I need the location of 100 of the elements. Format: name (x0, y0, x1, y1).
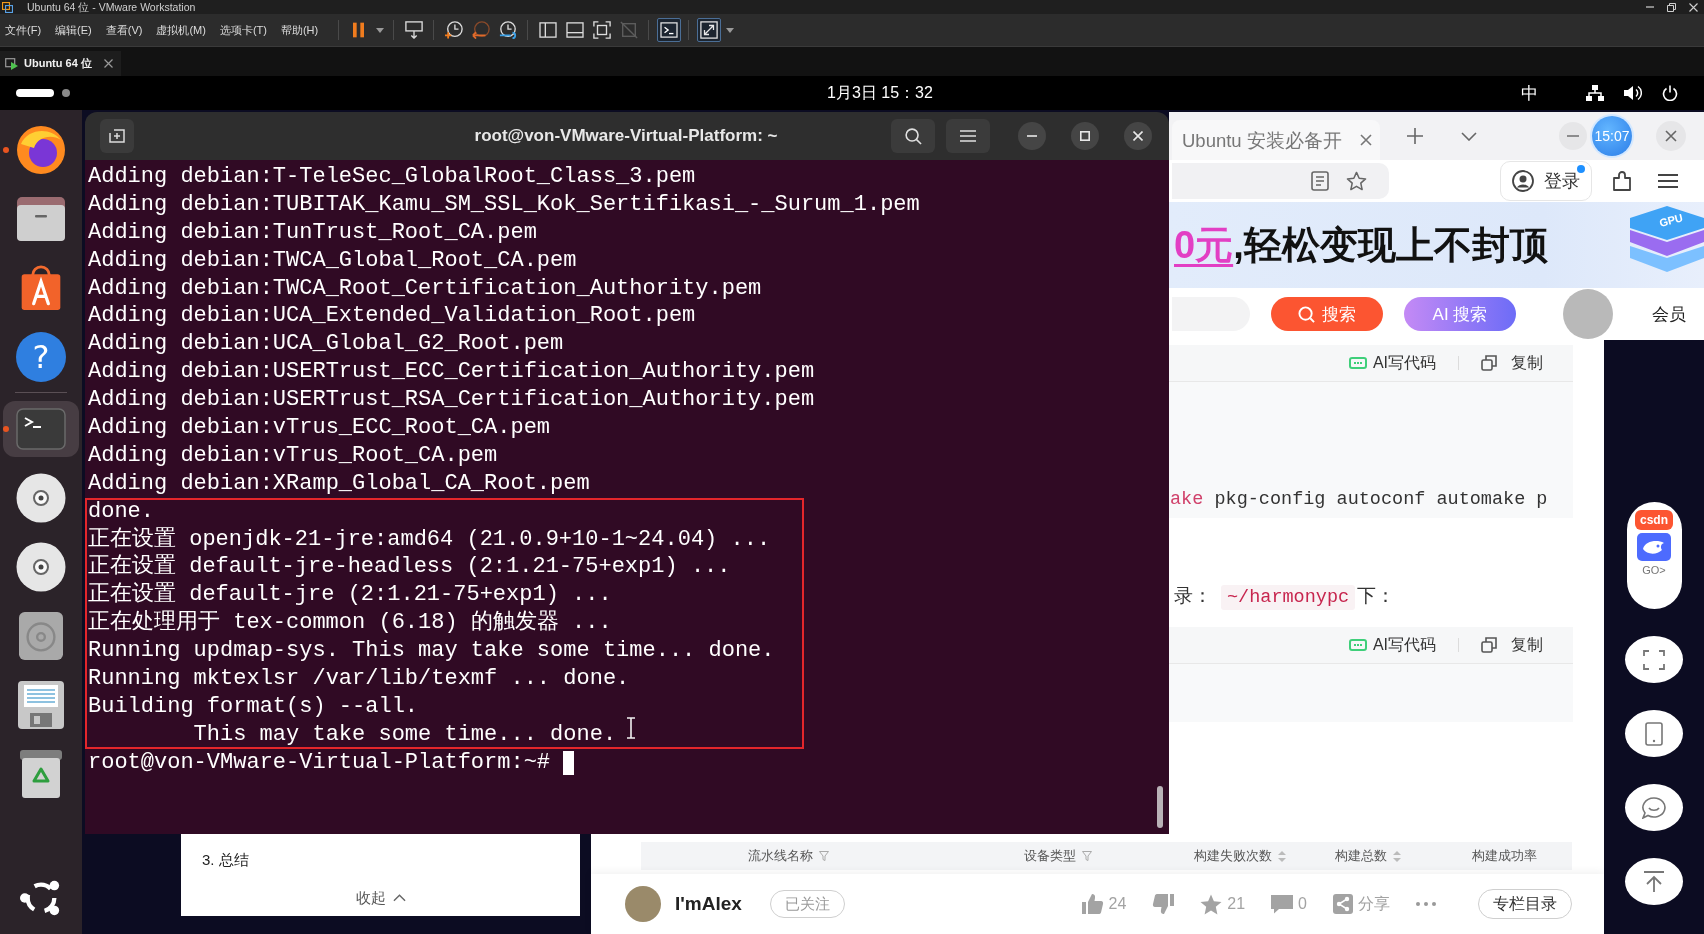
clock-badge: 15:07 (1592, 116, 1632, 156)
author-name[interactable]: I'mAlex (675, 893, 742, 915)
fullscreen-icon (1643, 649, 1665, 670)
menu-item[interactable]: 文件(F) (5, 22, 42, 38)
block-cursor-icon (563, 750, 575, 775)
volume-icon[interactable] (1624, 85, 1642, 101)
menu-icon (960, 130, 976, 142)
search-button[interactable] (891, 119, 935, 153)
comment-icon (1271, 894, 1294, 914)
disc-icon (16, 472, 66, 523)
restore-icon[interactable] (1667, 2, 1676, 12)
ad-banner[interactable]: 0元,轻松变现上不封顶 GPU (1169, 202, 1704, 288)
terminal-line: 正在处理用于 tex-common (6.18) 的触发器 ... (88, 609, 612, 638)
clock-wrench-icon (498, 21, 517, 39)
ai-assistant-button[interactable]: csdn GO> (1626, 502, 1682, 609)
fullscreen-button[interactable] (1625, 636, 1683, 683)
browser-tab[interactable]: Ubuntu 安装必备开 (1172, 120, 1380, 160)
column-toc-button[interactable]: 专栏目录 (1478, 889, 1572, 919)
panel-bottom-icon (565, 22, 584, 38)
terminal-line: 正在设置 openjdk-21-jre:amd64 (21.0.9+10-1~24.04) ... (88, 525, 771, 554)
terminal-line: Adding debian:USERTrust_ECC_Certification_Authority.pem (88, 358, 815, 387)
pause-icon (353, 22, 365, 38)
toolbar-button[interactable] (696, 18, 721, 42)
code-action-button[interactable]: AI写代码 (1348, 634, 1436, 656)
whale-icon (1637, 533, 1671, 561)
terminal-line: Adding debian:TWCA_Root_Certification_Authority.pem (88, 274, 762, 303)
tab-plus-icon (109, 129, 125, 143)
dock-button[interactable]: ? (3, 328, 79, 385)
chevron-down-icon[interactable] (1461, 131, 1477, 141)
close-icon[interactable] (103, 59, 113, 68)
caret-down-icon (725, 27, 734, 33)
menu-item[interactable]: 帮助(H) (280, 22, 319, 38)
puzzle-icon[interactable] (1611, 170, 1633, 192)
folder-icon (16, 195, 66, 242)
code-action-button[interactable]: 复制 (1481, 352, 1543, 374)
close-button[interactable] (1124, 122, 1152, 150)
tablet-button[interactable] (1625, 710, 1683, 757)
help-icon: ? (16, 331, 66, 382)
terminal-line: This may take some time... done. (193, 720, 617, 749)
clock[interactable]: 1月3日 15：32 (827, 82, 933, 104)
terminal-line: 正在设置 default-jre (2:1.21-75+exp1) ... (88, 581, 612, 610)
minimize-button[interactable] (1018, 122, 1046, 150)
close-button[interactable] (1656, 121, 1686, 151)
network-icon[interactable] (1586, 85, 1604, 101)
terminal-line: Adding debian:UCA_Extended_Validation_Root.pem (88, 302, 696, 331)
fit-screen-icon (592, 21, 611, 39)
terminal-line: Adding debian:vTrus_Root_CA.pem (88, 441, 498, 470)
chat-button[interactable] (1625, 784, 1683, 831)
tablet-icon (1645, 721, 1663, 746)
terminal-line: Adding debian:vTrus_ECC_Root_CA.pem (88, 414, 551, 442)
toc-item[interactable]: 3. 总结 (202, 850, 249, 870)
column-header: 设备类型 (1024, 847, 1076, 865)
workspace-indicator-icon[interactable] (16, 89, 54, 97)
close-icon (1665, 130, 1677, 142)
star-icon[interactable] (1346, 171, 1367, 191)
avatar-photo[interactable] (625, 886, 661, 922)
banner-text: 0元,轻松变现上不封顶 (1174, 222, 1548, 268)
address-field[interactable] (1172, 163, 1389, 199)
column-header: 构建失败次数 (1194, 847, 1272, 865)
menu-button[interactable] (946, 119, 990, 153)
terminal-line: done. (88, 497, 154, 526)
collapse-button[interactable]: 收起 (355, 888, 406, 908)
code-line: ake pkg-config autoconf automake p (1170, 488, 1548, 512)
scrollbar-thumb[interactable] (1157, 786, 1163, 828)
login-button[interactable]: 登录 (1500, 161, 1592, 201)
terminal-line: Running updmap-sys. This may take some time... done. (88, 637, 775, 666)
back-to-top-button[interactable] (1625, 858, 1683, 905)
sidebar-icon (538, 22, 557, 38)
menu-item[interactable]: 查看(V) (105, 22, 143, 38)
vm-tab[interactable]: Ubuntu 64 位 (0, 51, 121, 76)
window-title: root@von-VMware-Virtual-Platform: ~ (474, 126, 778, 146)
maximize-icon (1080, 131, 1090, 141)
code-action-button[interactable]: AI写代码 (1348, 352, 1436, 374)
floppy-icon (18, 680, 64, 729)
toolbar-button[interactable] (656, 18, 681, 42)
power-icon[interactable] (1662, 85, 1678, 101)
member-link[interactable]: 会员 (1652, 302, 1686, 326)
reader-icon[interactable] (1311, 171, 1329, 191)
crossed-screen-icon (619, 21, 638, 39)
terminal-line: Adding debian:UCA_Global_G2_Root.pem (88, 330, 564, 359)
menu-item[interactable]: 选项卡(T) (219, 22, 267, 38)
code-action-button[interactable]: 复制 (1481, 634, 1543, 656)
more-icon (1416, 902, 1436, 906)
window-title: Ubuntu 64 位 - VMware Workstation (27, 0, 196, 14)
more-button[interactable] (1416, 902, 1436, 906)
workspace-indicator-icon[interactable] (62, 89, 70, 97)
expand-icon (699, 21, 718, 39)
code-badge-icon (1348, 639, 1367, 651)
arrow-up-icon (1643, 870, 1665, 893)
new-tab-button[interactable] (100, 119, 134, 153)
shell-prompt: root@von-VMware-Virtual-Platform:~# (88, 748, 551, 777)
menu-item[interactable]: 虚拟机(M) (156, 22, 206, 38)
cube-label: GPU (1658, 211, 1685, 229)
chat-icon (1642, 796, 1666, 819)
menu-item[interactable]: 编辑(E) (55, 22, 92, 38)
plus-icon[interactable] (1407, 128, 1423, 144)
caret-down-icon (375, 27, 384, 33)
menu-icon[interactable] (1658, 173, 1678, 189)
maximize-button[interactable] (1071, 122, 1099, 150)
input-method-indicator[interactable]: 中 (1521, 81, 1538, 105)
